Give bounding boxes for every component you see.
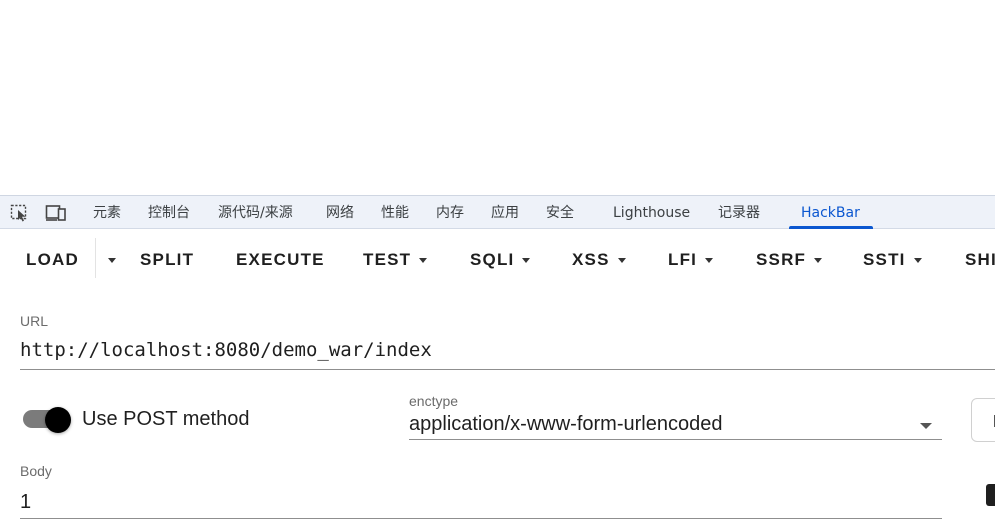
tab-lighthouse[interactable]: Lighthouse — [613, 196, 690, 228]
side-button[interactable] — [971, 398, 995, 442]
post-method-toggle-thumb[interactable] — [45, 407, 71, 433]
inspect-element-icon[interactable] — [10, 204, 30, 222]
devtools-tab-bar: 元素 控制台 源代码/来源 网络 性能 内存 应用 安全 Lighthouse … — [0, 195, 995, 229]
chevron-down-icon — [419, 258, 428, 264]
toolbar-separator — [95, 238, 96, 278]
ssti-menu-button[interactable]: SSTI — [863, 242, 922, 278]
url-label: URL — [20, 313, 49, 329]
enctype-label: enctype — [409, 393, 459, 409]
execute-button[interactable]: EXECUTE — [236, 242, 325, 278]
lfi-menu-button[interactable]: LFI — [668, 242, 714, 278]
sqli-label: SQLI — [470, 250, 515, 269]
chevron-down-icon — [814, 258, 823, 264]
tab-security[interactable]: 安全 — [546, 196, 574, 228]
tab-network[interactable]: 网络 — [326, 196, 354, 228]
ssti-label: SSTI — [863, 250, 906, 269]
device-toolbar-icon[interactable] — [45, 204, 66, 222]
test-label: TEST — [363, 250, 412, 269]
body-input[interactable]: 1 — [20, 491, 31, 514]
checkbox-icon[interactable] — [986, 484, 995, 506]
tab-recorder[interactable]: 记录器 — [718, 196, 760, 228]
url-input[interactable]: http://localhost:8080/demo_war/index — [20, 339, 432, 361]
page-viewport — [0, 0, 995, 195]
enctype-select[interactable]: application/x-www-form-urlencoded — [409, 413, 722, 436]
tab-sources[interactable]: 源代码/来源 — [218, 196, 293, 228]
ssrf-label: SSRF — [756, 250, 807, 269]
ssrf-menu-button[interactable]: SSRF — [756, 242, 823, 278]
sqli-menu-button[interactable]: SQLI — [470, 242, 531, 278]
chevron-down-icon — [522, 258, 531, 264]
xss-label: XSS — [572, 250, 610, 269]
url-input-underline — [20, 369, 995, 370]
lfi-label: LFI — [668, 250, 698, 269]
chevron-down-icon — [913, 258, 922, 264]
test-menu-button[interactable]: TEST — [363, 242, 428, 278]
hackbar-toolbar: LOAD SPLIT EXECUTE TEST SQLI XSS LFI SSR… — [0, 230, 995, 290]
tab-memory[interactable]: 内存 — [436, 196, 464, 228]
tab-application[interactable]: 应用 — [491, 196, 519, 228]
body-label: Body — [20, 463, 52, 479]
xss-menu-button[interactable]: XSS — [572, 242, 626, 278]
tab-console[interactable]: 控制台 — [148, 196, 190, 228]
enctype-select-underline — [409, 439, 942, 440]
active-tab-indicator — [789, 226, 873, 229]
body-input-underline — [20, 518, 942, 519]
dropdown-arrow-icon[interactable] — [920, 423, 932, 429]
tab-elements[interactable]: 元素 — [93, 196, 121, 228]
tab-hackbar[interactable]: HackBar — [801, 196, 860, 228]
tab-performance[interactable]: 性能 — [381, 196, 409, 228]
post-method-label: Use POST method — [82, 408, 250, 430]
load-button[interactable]: LOAD — [26, 242, 79, 278]
split-button[interactable]: SPLIT — [140, 242, 194, 278]
chevron-down-icon — [108, 258, 116, 264]
chevron-down-icon — [617, 258, 626, 264]
shell-menu-button[interactable]: SHI — [965, 242, 995, 278]
chevron-down-icon — [705, 258, 714, 264]
load-options-dropdown[interactable] — [100, 242, 116, 278]
